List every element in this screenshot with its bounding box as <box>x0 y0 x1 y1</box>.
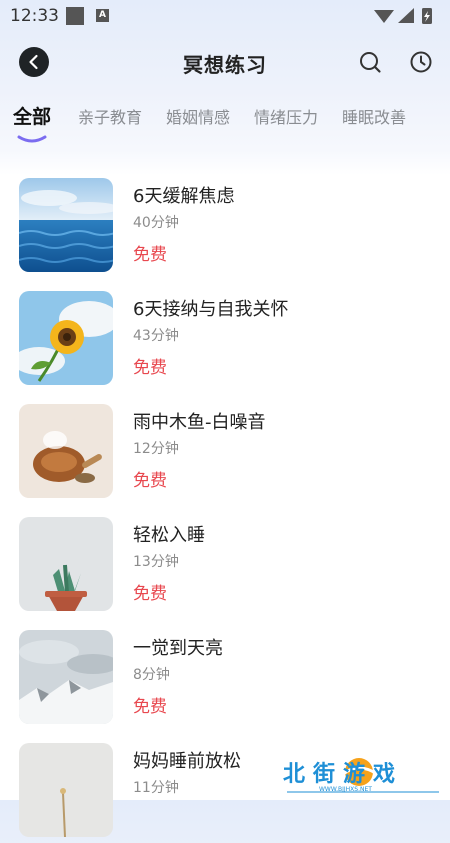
search-icon[interactable] <box>358 50 382 74</box>
item-duration: 8分钟 <box>133 667 170 683</box>
list-item[interactable]: 6天缓解焦虑 40分钟 免费 <box>0 178 450 278</box>
tab-sleep[interactable]: 睡眠改善 <box>342 104 406 128</box>
list-item[interactable]: 雨中木鱼-白噪音 12分钟 免费 <box>0 404 450 504</box>
status-icons <box>374 8 432 24</box>
item-duration: 40分钟 <box>133 215 179 231</box>
watermark-logo: 北街游戏 WWW.BJJHXS.NET <box>283 752 443 796</box>
item-price: 免费 <box>133 471 167 491</box>
item-title: 妈妈睡前放松 <box>133 751 241 772</box>
item-price: 免费 <box>133 245 167 265</box>
snow-mountain-thumbnail <box>19 630 113 724</box>
ocean-thumbnail <box>19 178 113 272</box>
list-item[interactable]: 轻松入睡 13分钟 免费 <box>0 517 450 617</box>
item-title: 6天缓解焦虑 <box>133 186 235 207</box>
item-title: 一觉到天亮 <box>133 638 223 659</box>
watermark-subtext: WWW.BJJHXS.NET <box>319 786 372 793</box>
status-time: 12:33 <box>10 6 59 26</box>
item-title: 雨中木鱼-白噪音 <box>133 412 266 433</box>
cell-icon <box>398 8 414 23</box>
watermark-text: 北街游戏 <box>283 762 404 787</box>
item-title: 6天接纳与自我关怀 <box>133 299 289 320</box>
tab-indicator <box>17 135 47 143</box>
item-price: 免费 <box>133 584 167 604</box>
signal-icon <box>374 10 394 23</box>
list-item[interactable]: 一觉到天亮 8分钟 免费 <box>0 630 450 730</box>
notification-icon <box>66 7 84 25</box>
wooden-fish-thumbnail <box>19 404 113 498</box>
tab-emotion-stress[interactable]: 情绪压力 <box>254 104 318 128</box>
item-duration: 11分钟 <box>133 780 179 796</box>
item-price: 免费 <box>133 697 167 717</box>
item-duration: 43分钟 <box>133 328 179 344</box>
page-title: 冥想练习 <box>183 53 267 77</box>
sunflower-thumbnail <box>19 291 113 385</box>
tab-marriage[interactable]: 婚姻情感 <box>166 104 230 128</box>
tab-parenting[interactable]: 亲子教育 <box>78 104 142 128</box>
keyboard-badge-icon: A <box>96 9 109 22</box>
item-price: 免费 <box>133 358 167 378</box>
list-item[interactable]: 6天接纳与自我关怀 43分钟 免费 <box>0 291 450 391</box>
item-duration: 12分钟 <box>133 441 179 457</box>
succulent-thumbnail <box>19 517 113 611</box>
tab-all[interactable]: 全部 <box>13 102 51 129</box>
item-title: 轻松入睡 <box>133 525 205 546</box>
sleep-thumbnail <box>19 743 113 837</box>
history-clock-icon[interactable] <box>409 50 433 74</box>
status-bar: 12:33 A <box>0 0 450 32</box>
item-duration: 13分钟 <box>133 554 179 570</box>
